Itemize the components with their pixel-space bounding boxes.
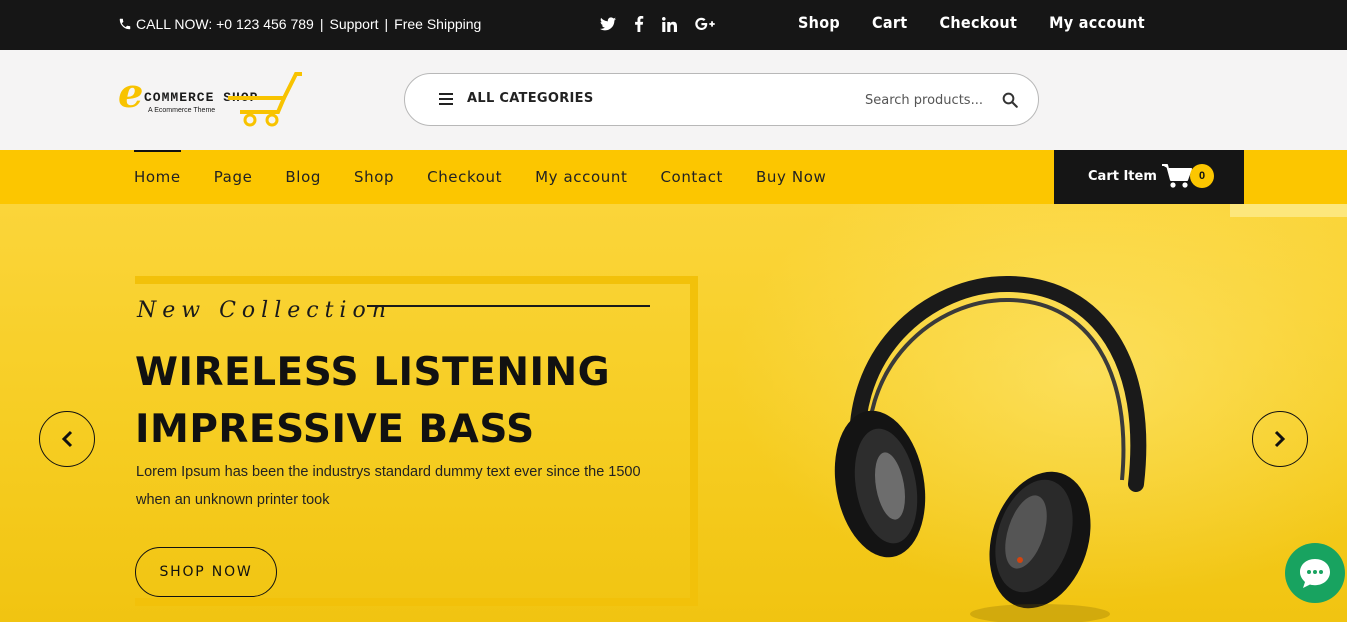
nav-link-checkout[interactable]: Checkout: [427, 168, 502, 186]
nav-link-my-account[interactable]: My account: [535, 168, 627, 186]
search-icon[interactable]: [1001, 91, 1019, 109]
nav-link-blog[interactable]: Blog: [285, 168, 321, 186]
nav-item-shop: Shop: [354, 150, 394, 204]
nav-link-contact[interactable]: Contact: [660, 168, 723, 186]
nav-item-page: Page: [214, 150, 253, 204]
hero-description: Lorem Ipsum has been the industrys stand…: [136, 464, 641, 508]
nav-menu: Home Page Blog Shop Checkout My account …: [134, 150, 859, 204]
hero-title-line2: IMPRESSIVE BASS: [135, 407, 535, 452]
cart-count-badge: 0: [1190, 164, 1214, 188]
top-link-my-account[interactable]: My account: [1049, 13, 1145, 32]
hero-slider: New Collection WIRELESS LISTENING IMPRES…: [0, 204, 1347, 622]
contact-info: CALL NOW: +0 123 456 789 | Support | Fre…: [118, 16, 481, 32]
hero-title-line1: WIRELESS LISTENING: [135, 350, 611, 395]
logo-cart-icon: [228, 72, 302, 127]
menu-icon: [439, 92, 453, 105]
site-logo[interactable]: e COMMERCE SHOP A Ecommerce Theme: [118, 70, 308, 132]
phone-icon: [119, 18, 131, 30]
category-dropdown[interactable]: ALL CATEGORIES: [439, 91, 594, 106]
chevron-right-icon: [1274, 430, 1286, 448]
nav-link-page[interactable]: Page: [214, 168, 253, 186]
facebook-icon[interactable]: [634, 16, 644, 32]
search-bar: ALL CATEGORIES: [404, 73, 1039, 126]
linkedin-icon[interactable]: [662, 16, 677, 32]
hero-kicker: New Collection: [137, 298, 392, 323]
slider-next-button[interactable]: [1252, 411, 1308, 467]
top-links: Shop Cart Checkout My account: [798, 13, 1145, 32]
hero-title: WIRELESS LISTENING IMPRESSIVE BASS: [135, 344, 610, 458]
cart-icon: [1162, 164, 1192, 188]
headphones-image: [834, 275, 1147, 622]
nav-item-checkout: Checkout: [427, 150, 502, 204]
nav-item-my-account: My account: [535, 150, 627, 204]
google-plus-icon[interactable]: [695, 17, 715, 31]
category-label: ALL CATEGORIES: [467, 91, 594, 106]
chat-widget-button[interactable]: [1285, 543, 1345, 603]
support-link[interactable]: Support: [329, 16, 378, 32]
social-links: [600, 16, 715, 32]
free-shipping-text: Free Shipping: [394, 16, 482, 32]
cart-label: Cart Item: [1088, 169, 1157, 184]
phone-number: CALL NOW: +0 123 456 789: [136, 16, 314, 32]
hero-top-strip: [1230, 204, 1347, 217]
chevron-left-icon: [61, 430, 73, 448]
nav-link-home[interactable]: Home: [134, 168, 181, 186]
twitter-icon[interactable]: [600, 17, 616, 31]
top-link-cart[interactable]: Cart: [872, 13, 907, 32]
cart-button[interactable]: Cart Item 0: [1054, 150, 1244, 204]
decorative-line: [367, 305, 650, 307]
logo-letter: e: [118, 70, 144, 117]
top-link-shop[interactable]: Shop: [798, 13, 840, 32]
chat-bubble-icon: [1300, 559, 1330, 588]
shop-now-button[interactable]: SHOP NOW: [135, 547, 277, 597]
main-nav: Home Page Blog Shop Checkout My account …: [0, 150, 1347, 204]
top-bar: CALL NOW: +0 123 456 789 | Support | Fre…: [0, 0, 1347, 50]
nav-item-blog: Blog: [285, 150, 321, 204]
top-link-checkout[interactable]: Checkout: [939, 13, 1017, 32]
nav-item-contact: Contact: [660, 150, 723, 204]
slider-prev-button[interactable]: [39, 411, 95, 467]
search-input[interactable]: [865, 88, 985, 112]
nav-link-buy-now[interactable]: Buy Now: [756, 168, 826, 186]
site-header: e COMMERCE SHOP A Ecommerce Theme ALL CA…: [0, 50, 1347, 150]
separator: |: [319, 16, 324, 32]
logo-tagline: A Ecommerce Theme: [148, 107, 216, 114]
separator: |: [384, 16, 389, 32]
nav-item-buy-now: Buy Now: [756, 150, 826, 204]
nav-link-shop[interactable]: Shop: [354, 168, 394, 186]
nav-item-home: Home: [134, 150, 181, 204]
